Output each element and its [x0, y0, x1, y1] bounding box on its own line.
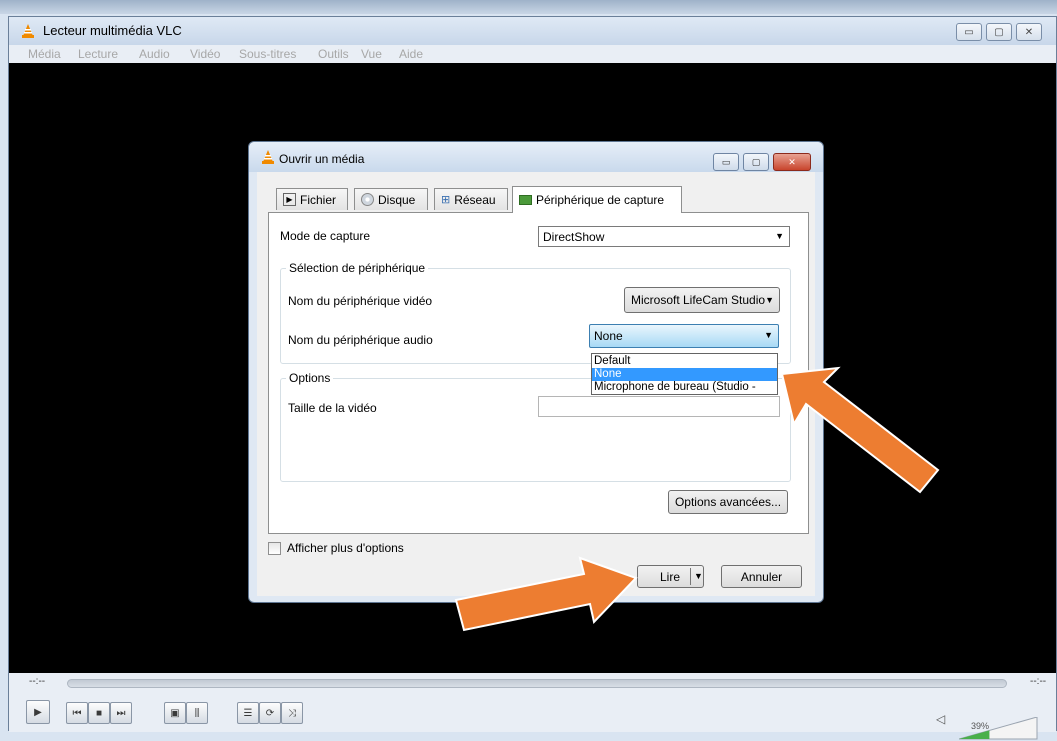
total-time: --:--	[1030, 676, 1047, 687]
volume-level: 39%	[971, 721, 990, 731]
dropdown-option-default[interactable]: Default	[592, 355, 777, 368]
tab-file-label: Fichier	[300, 192, 337, 207]
audio-device-select[interactable]: None ▼	[589, 324, 779, 348]
dropdown-option-none[interactable]: None	[592, 368, 777, 381]
video-device-label: Nom du périphérique vidéo	[288, 294, 433, 308]
dropdown-option-microphone[interactable]: Microphone de bureau (Studio -	[592, 381, 777, 394]
elapsed-time: --:--	[29, 676, 46, 687]
capture-device-icon	[519, 195, 532, 205]
minimize-icon: ▭	[721, 156, 731, 167]
play-icon: ▶	[34, 706, 42, 718]
playlist-button[interactable]: ☰	[237, 702, 259, 724]
audio-device-label: Nom du périphérique audio	[288, 333, 433, 347]
device-selection-group	[280, 268, 791, 364]
equalizer-icon: ⫼	[194, 707, 200, 719]
cancel-button-label: Annuler	[740, 569, 783, 584]
tab-disc[interactable]: Disque	[354, 188, 428, 210]
video-size-label: Taille de la vidéo	[288, 401, 377, 415]
playlist-icon: ☰	[243, 707, 253, 719]
menu-view[interactable]: Vue	[361, 47, 382, 61]
show-more-options-checkbox[interactable]	[268, 542, 281, 555]
tab-capture-label: Périphérique de capture	[536, 193, 665, 207]
options-title: Options	[286, 371, 334, 385]
menu-subtitles[interactable]: Sous-titres	[239, 47, 296, 61]
previous-button[interactable]: ⏮	[66, 702, 88, 724]
previous-icon: ⏮	[72, 707, 82, 719]
next-button[interactable]: ⏭	[110, 702, 132, 724]
minimize-icon: ▭	[964, 26, 974, 38]
capture-mode-select[interactable]: DirectShow ▼	[538, 226, 790, 247]
minimize-button[interactable]: ▭	[956, 23, 982, 41]
play-file-icon: ▶	[283, 193, 296, 206]
desktop-edge	[0, 0, 1057, 14]
tab-network[interactable]: ⊞ Réseau	[434, 188, 508, 210]
capture-mode-value: DirectShow	[543, 229, 605, 244]
video-device-value: Microsoft LifeCam Studio	[631, 293, 766, 307]
device-selection-title: Sélection de périphérique	[286, 261, 429, 275]
video-device-select[interactable]: Microsoft LifeCam Studio ▼	[624, 287, 780, 313]
fullscreen-icon: ▣	[170, 707, 180, 719]
menu-help[interactable]: Aide	[399, 47, 423, 61]
tab-file[interactable]: ▶ Fichier	[276, 188, 348, 210]
dialog-title: Ouvrir un média	[279, 152, 365, 166]
capture-mode-label: Mode de capture	[280, 229, 371, 243]
cancel-button[interactable]: Annuler	[721, 565, 802, 588]
close-icon: ✕	[788, 156, 796, 167]
maximize-button[interactable]: ▢	[986, 23, 1012, 41]
next-icon: ⏭	[116, 707, 126, 719]
chevron-down-icon[interactable]: ▼	[690, 568, 703, 585]
disc-icon	[361, 193, 374, 206]
dialog-minimize-button[interactable]: ▭	[713, 153, 739, 171]
loop-button[interactable]: ⟳	[259, 702, 281, 724]
play-split-button[interactable]: Lire ▼	[637, 565, 704, 588]
close-icon: ✕	[1024, 26, 1034, 38]
menu-audio[interactable]: Audio	[139, 47, 170, 61]
window-title: Lecteur multimédia VLC	[43, 23, 182, 38]
menu-video[interactable]: Vidéo	[190, 47, 220, 61]
play-button-label: Lire	[660, 569, 681, 584]
vlc-titlebar: Lecteur multimédia VLC ▭ ▢ ✕	[9, 17, 1056, 45]
seek-bar[interactable]	[67, 679, 1007, 688]
vlc-logo-icon	[262, 150, 274, 164]
annotation-arrow-play	[454, 556, 638, 632]
random-button[interactable]: ⤨	[281, 702, 303, 724]
menu-tools[interactable]: Outils	[318, 47, 349, 61]
audio-device-value: None	[594, 329, 623, 343]
close-button[interactable]: ✕	[1016, 23, 1042, 41]
audio-device-dropdown-list: Default None Microphone de bureau (Studi…	[591, 353, 778, 395]
vlc-logo-icon	[22, 24, 34, 38]
maximize-icon: ▢	[994, 26, 1004, 38]
chevron-down-icon: ▼	[765, 295, 774, 305]
play-button[interactable]: ▶	[26, 700, 50, 724]
stop-icon: ■	[95, 707, 103, 719]
tab-network-label: Réseau	[454, 192, 496, 207]
loop-icon: ⟳	[265, 707, 275, 719]
annotation-arrow-dropdown	[780, 366, 940, 494]
extended-settings-button[interactable]: ⫼	[186, 702, 208, 724]
chevron-down-icon: ▼	[764, 330, 773, 340]
shuffle-icon: ⤨	[288, 707, 296, 719]
dialog-titlebar: Ouvrir un média ▭ ▢ ✕	[249, 142, 823, 172]
maximize-icon: ▢	[751, 156, 761, 167]
tab-capture-device[interactable]: Périphérique de capture	[512, 186, 682, 213]
dialog-close-button[interactable]: ✕	[773, 153, 811, 171]
speaker-icon[interactable]: ◁	[936, 712, 945, 726]
chevron-down-icon: ▼	[775, 231, 784, 241]
menu-lecture[interactable]: Lecture	[78, 47, 118, 61]
show-more-options-label: Afficher plus d'options	[287, 541, 404, 555]
advanced-options-label: Options avancées...	[674, 495, 782, 509]
network-icon: ⊞	[441, 194, 451, 206]
video-size-input[interactable]	[538, 396, 780, 417]
dialog-maximize-button[interactable]: ▢	[743, 153, 769, 171]
fullscreen-button[interactable]: ▣	[164, 702, 186, 724]
stop-button[interactable]: ■	[88, 702, 110, 724]
tab-disc-label: Disque	[378, 192, 416, 207]
menu-media[interactable]: Média	[28, 47, 61, 61]
